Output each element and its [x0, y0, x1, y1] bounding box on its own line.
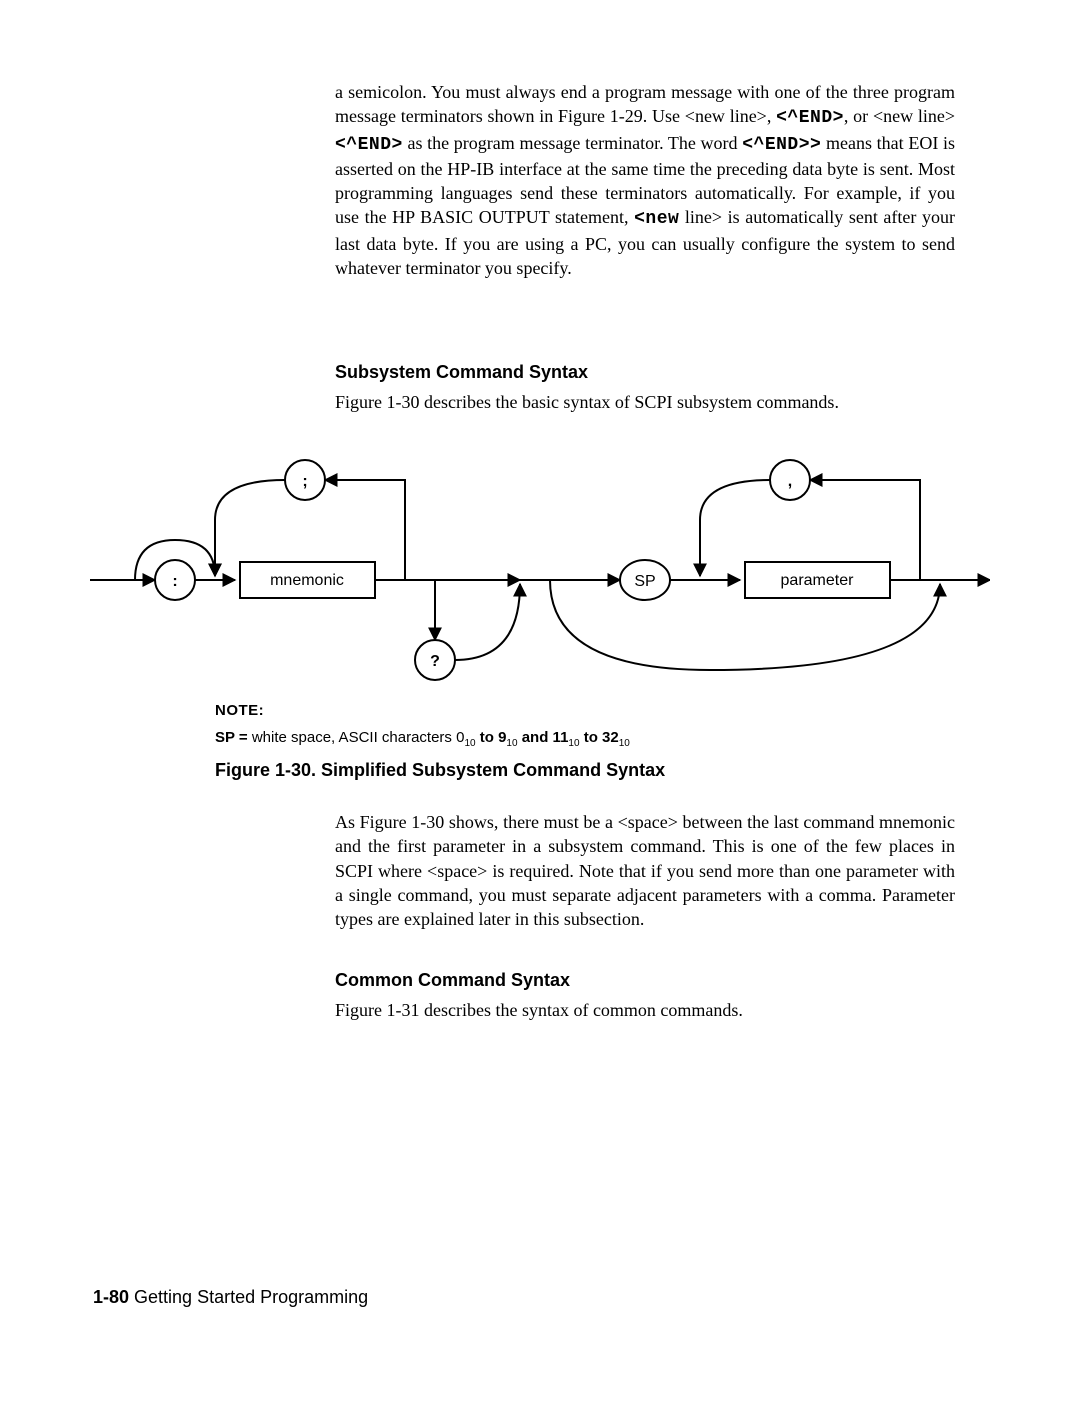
- note-sp-eq: SP =: [215, 729, 248, 746]
- paragraph-3: As Figure 1-30 shows, there must be a <s…: [335, 810, 955, 931]
- note-to1: to 9: [476, 729, 507, 746]
- diagram-comma-label: ,: [788, 473, 792, 490]
- diagram-mnemonic-label: mnemonic: [270, 572, 344, 589]
- paragraph-1: a semicolon. You must always end a progr…: [335, 80, 955, 286]
- note-sp-line: SP = white space, ASCII characters 010 t…: [215, 729, 915, 749]
- note-sub4: 10: [619, 738, 630, 749]
- page-number: 1-80: [93, 1287, 129, 1307]
- note-block: NOTE: SP = white space, ASCII characters…: [215, 702, 915, 749]
- note-sub2: 10: [506, 738, 517, 749]
- diagram-parameter-label: parameter: [781, 572, 855, 589]
- note-sp-text1: white space, ASCII characters 0: [248, 729, 465, 746]
- p1-code2: <^END>: [335, 135, 403, 155]
- diagram-semicolon-label: ;: [302, 473, 307, 490]
- page-footer: 1-80 Getting Started Programming: [93, 1287, 368, 1308]
- heading-subsystem-command-syntax: Subsystem Command Syntax: [335, 362, 588, 383]
- p1-seg3: as the program message terminator. The w…: [403, 133, 742, 153]
- diagram-sp-label: SP: [634, 573, 655, 590]
- diagram-qmark-label: ?: [430, 653, 440, 670]
- p1-code3: <^END>>: [742, 135, 821, 155]
- diagram-colon-label: :: [172, 573, 177, 590]
- figure-caption: Figure 1-30. Simplified Subsystem Comman…: [215, 760, 665, 781]
- syntax-diagram: : mnemonic ; ? SP parameter ,: [90, 440, 990, 695]
- paragraph-2: Figure 1-30 describes the basic syntax o…: [335, 392, 965, 413]
- note-sub3: 10: [568, 738, 579, 749]
- p1-code4: <new: [634, 209, 679, 229]
- p1-seg2: , or <new line>: [844, 106, 955, 126]
- note-and: and 11: [518, 729, 569, 746]
- heading-common-command-syntax: Common Command Syntax: [335, 970, 570, 991]
- page: a semicolon. You must always end a progr…: [0, 0, 1080, 1408]
- note-to2: to 32: [580, 729, 619, 746]
- note-label: NOTE:: [215, 702, 915, 719]
- note-sub1: 10: [464, 738, 475, 749]
- footer-title: Getting Started Programming: [129, 1287, 368, 1307]
- p1-code1: <^END>: [776, 108, 844, 128]
- paragraph-4: Figure 1-31 describes the syntax of comm…: [335, 1000, 955, 1021]
